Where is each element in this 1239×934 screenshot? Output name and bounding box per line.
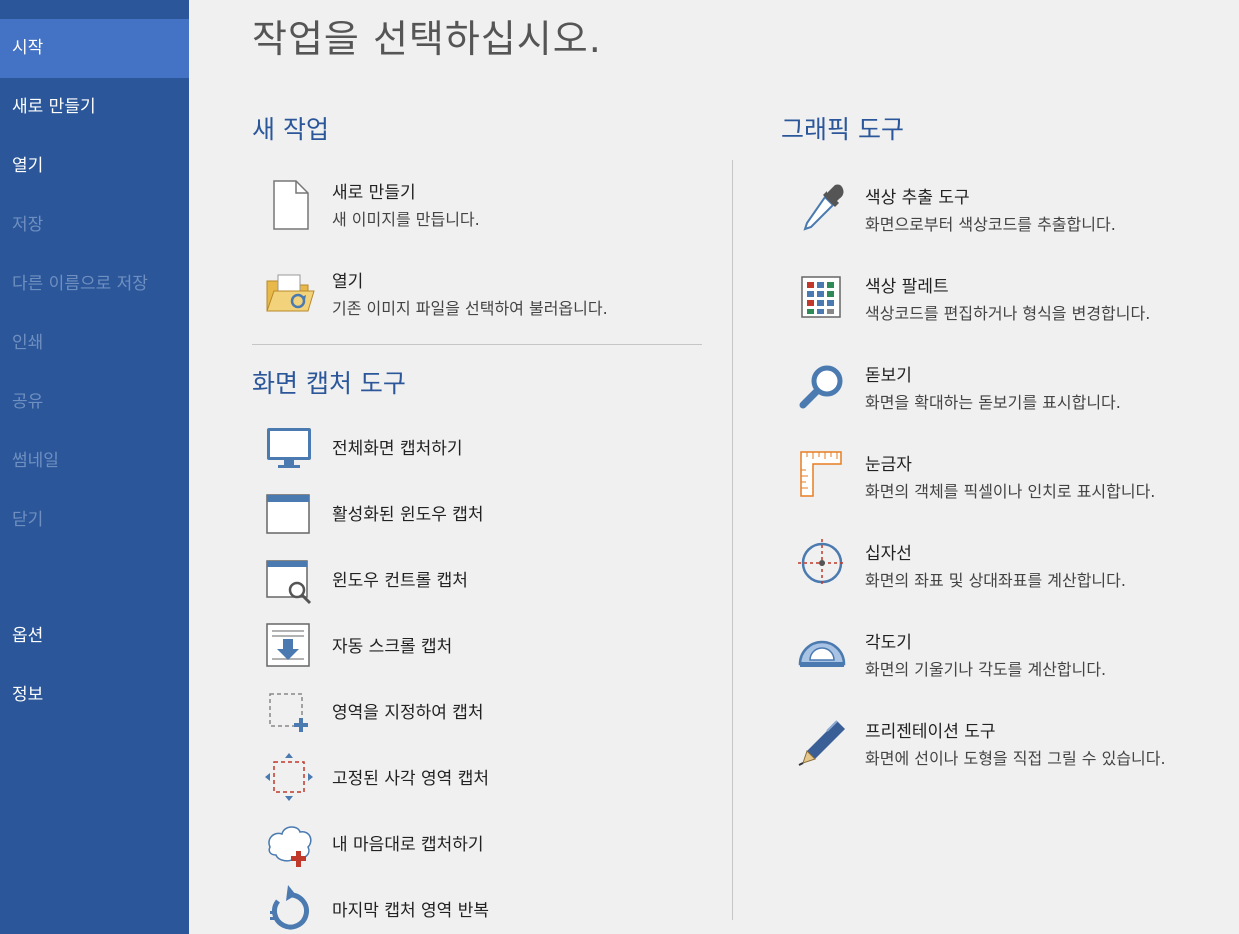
freeform-icon [264,817,318,871]
tool-eyedropper-desc: 화면으로부터 색상코드를 추출합니다. [865,215,1116,234]
tool-capture-active-window-title: 활성화된 윈도우 캡처 [332,505,484,525]
section-title-capture: 화면 캡처 도구 [252,369,406,398]
tool-color-palette-desc: 색상코드를 편집하거나 형식을 변경합니다. [865,304,1151,323]
sidebar-item-print[interactable]: 인쇄 [0,314,189,373]
palette-icon [797,272,851,326]
magnifier-icon [797,361,851,415]
tool-ruler-title: 눈금자 [865,455,912,475]
sidebar-item-save-as[interactable]: 다른 이름으로 저장 [0,255,189,314]
sidebar-item-close[interactable]: 닫기 [0,491,189,550]
sidebar-item-info[interactable]: 정보 [0,666,189,725]
monitor-icon [264,421,318,475]
tool-new-file-desc: 새 이미지를 만듭니다. [332,210,480,229]
tool-magnifier-desc: 화면을 확대하는 돋보기를 표시합니다. [865,393,1121,412]
sidebar-item-new[interactable]: 새로 만들기 [0,78,189,137]
section-title-graphic: 그래픽 도구 [781,115,904,144]
sidebar: 시작 새로 만들기 열기 저장 다른 이름으로 저장 인쇄 공유 썸네일 닫기 … [0,0,189,934]
tool-protractor-desc: 화면의 기울기나 각도를 계산합니다. [865,660,1107,679]
sidebar-item-thumbnail[interactable]: 썸네일 [0,432,189,491]
tool-ruler-desc: 화면의 객체를 픽셀이나 인치로 표시합니다. [865,482,1156,501]
section-title-new-task: 새 작업 [252,115,329,144]
tool-capture-auto-scroll-title: 자동 스크롤 캡처 [332,637,453,657]
tool-capture-region-title: 영역을 지정하여 캡처 [332,703,484,723]
tool-open-file-title: 열기 [332,272,364,292]
tool-eyedropper-title: 색상 추출 도구 [865,188,970,208]
fixed-region-icon [264,751,318,805]
divider-vertical [732,160,733,920]
window-search-icon [264,553,318,607]
sidebar-item-save[interactable]: 저장 [0,196,189,255]
tool-crosshair-desc: 화면의 좌표 및 상대좌표를 계산합니다. [865,571,1126,590]
sidebar-item-start[interactable]: 시작 [0,19,189,78]
region-plus-icon [264,685,318,739]
ruler-icon [797,450,851,504]
tool-capture-repeat-last-title: 마지막 캡처 영역 반복 [332,901,489,921]
open-folder-icon [264,267,318,321]
sidebar-item-options[interactable]: 옵션 [0,607,189,666]
tool-capture-fixed-region-title: 고정된 사각 영역 캡처 [332,769,489,789]
tool-crosshair-title: 십자선 [865,544,912,564]
tool-capture-freeform-title: 내 마음대로 캡처하기 [332,835,484,855]
tool-presentation-desc: 화면에 선이나 도형을 직접 그릴 수 있습니다. [865,749,1166,768]
tool-capture-fullscreen-title: 전체화면 캡처하기 [332,439,463,459]
sidebar-item-open[interactable]: 열기 [0,137,189,196]
protractor-icon [797,628,851,682]
new-file-icon [264,178,318,232]
sidebar-item-share[interactable]: 공유 [0,373,189,432]
scroll-icon [264,619,318,673]
tool-capture-window-control-title: 윈도우 컨트롤 캡처 [332,571,468,591]
repeat-icon [264,883,318,934]
eyedropper-icon [797,183,851,237]
tool-open-file-desc: 기존 이미지 파일을 선택하여 불러옵니다. [332,299,608,318]
main-panel: 작업을 선택하십시오. 새 작업 화면 캡처 도구 그래픽 도구 새로 만들기 … [189,0,1239,934]
tool-magnifier-title: 돋보기 [865,366,912,386]
crosshair-icon [797,539,851,593]
tool-presentation-title: 프리젠테이션 도구 [865,722,996,742]
pen-icon [797,717,851,771]
tool-new-file-title: 새로 만들기 [332,183,416,203]
page-title: 작업을 선택하십시오. [252,17,602,61]
window-icon [264,487,318,541]
divider-horizontal [252,344,702,345]
tool-protractor-title: 각도기 [865,633,912,653]
tool-color-palette-title: 색상 팔레트 [865,277,949,297]
